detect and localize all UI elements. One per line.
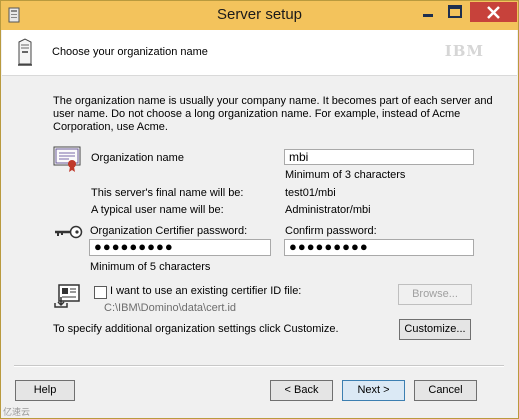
footer-divider [14, 365, 504, 367]
server-setup-window: Server setup Choose your organization na… [0, 0, 519, 419]
certifier-password-label: Organization Certifier password: [90, 225, 248, 237]
user-name-label: A typical user name will be: [91, 204, 224, 216]
watermark: 亿速云 [3, 407, 31, 417]
page-title: Choose your organization name [52, 46, 208, 58]
organization-name-label: Organization name [91, 152, 184, 164]
ibm-logo: IBM [444, 42, 484, 60]
description-text: The organization name is usually your co… [53, 95, 493, 133]
certifier-path: C:\IBM\Domino\data\cert.id [104, 302, 237, 314]
back-button[interactable]: < Back [270, 380, 333, 401]
browse-button[interactable]: Browse... [398, 284, 472, 305]
server-name-label: This server's final name will be: [91, 187, 244, 199]
title-bar[interactable]: Server setup [1, 1, 518, 30]
close-icon [487, 6, 500, 19]
confirm-password-input[interactable]: ●●●●●●●●● [284, 239, 474, 256]
confirm-password-label: Confirm password: [285, 225, 377, 237]
customize-button[interactable]: Customize... [399, 319, 471, 340]
certifier-password-input[interactable]: ●●●●●●●●● [89, 239, 271, 256]
wizard-header: Choose your organization name IBM [2, 30, 517, 76]
cancel-button[interactable]: Cancel [414, 380, 477, 401]
certificate-icon [53, 146, 81, 172]
existing-certifier-checkbox[interactable] [94, 286, 107, 299]
maximize-button[interactable] [442, 2, 468, 22]
close-button[interactable] [470, 2, 517, 22]
customize-text: To specify additional organization setti… [53, 323, 339, 335]
server-name-value: test01/mbi [285, 187, 336, 199]
minimize-icon [423, 14, 433, 17]
user-name-value: Administrator/mbi [285, 204, 371, 216]
organization-name-hint: Minimum of 3 characters [285, 169, 406, 181]
key-icon [55, 225, 83, 239]
id-file-icon [54, 284, 80, 308]
server-tower-icon [18, 38, 32, 66]
help-button[interactable]: Help [15, 380, 75, 401]
minimize-button[interactable] [415, 2, 441, 22]
existing-certifier-label[interactable]: I want to use an existing certifier ID f… [110, 285, 301, 297]
next-button[interactable]: Next > [342, 380, 405, 401]
organization-name-input[interactable]: mbi [284, 149, 474, 165]
password-hint: Minimum of 5 characters [90, 261, 211, 273]
maximize-icon [448, 5, 462, 18]
